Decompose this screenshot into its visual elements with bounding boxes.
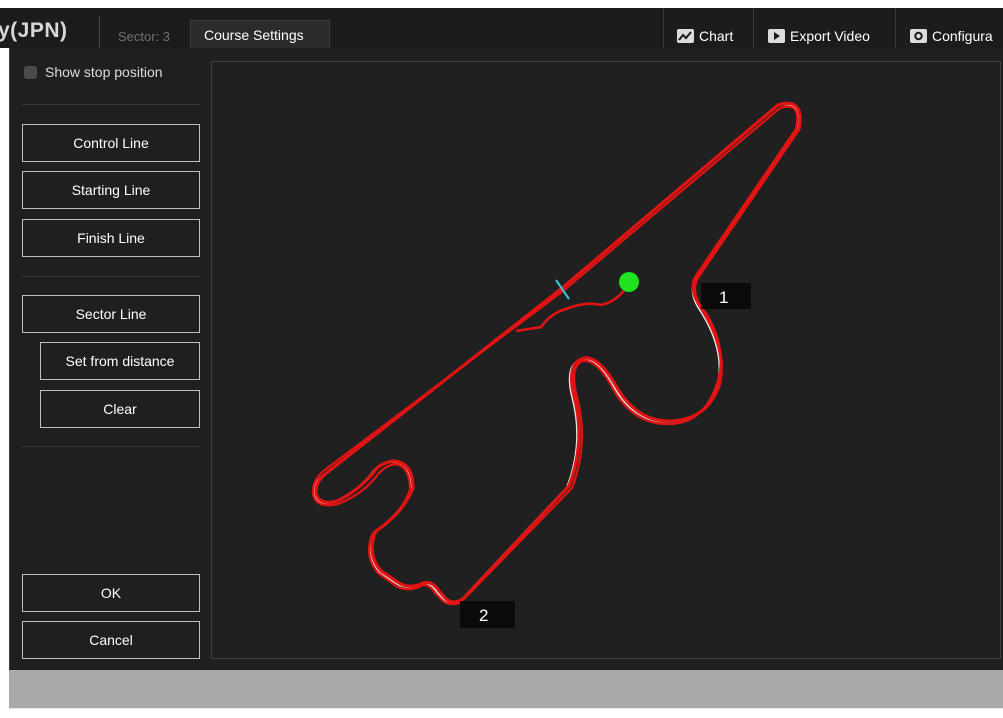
racing-line [314, 101, 802, 604]
status-strip [9, 670, 1003, 708]
cancel-button[interactable]: Cancel [22, 621, 200, 659]
chart-button[interactable]: Chart [677, 28, 733, 44]
chart-label: Chart [699, 28, 734, 44]
sector-line-button[interactable]: Sector Line [22, 295, 200, 333]
play-icon [768, 29, 785, 43]
status-strip-edge [9, 708, 1003, 709]
toolbar-divider [663, 8, 664, 48]
track-map-canvas[interactable]: 1 2 [212, 62, 1002, 660]
reference-line [313, 103, 799, 604]
toolbar-divider [753, 8, 754, 48]
sector-marker-2-label: 2 [479, 606, 488, 625]
configuration-button[interactable]: Configura [910, 28, 993, 44]
toolbar-divider [895, 8, 896, 48]
show-stop-position-label: Show stop position [45, 64, 163, 80]
ok-button[interactable]: OK [22, 574, 200, 612]
divider [22, 104, 200, 105]
gear-icon [910, 29, 927, 43]
finish-line-button[interactable]: Finish Line [22, 219, 200, 257]
control-line-button[interactable]: Control Line [22, 124, 200, 162]
show-stop-position-checkbox[interactable] [24, 65, 37, 79]
divider [22, 276, 200, 277]
export-video-button[interactable]: Export Video [768, 28, 870, 44]
clear-button[interactable]: Clear [40, 390, 200, 428]
export-video-label: Export Video [790, 28, 870, 44]
starting-line-button[interactable]: Starting Line [22, 171, 200, 209]
tab-course-settings[interactable]: Course Settings [190, 20, 330, 48]
title-divider [99, 16, 100, 48]
configuration-label: Configura [932, 28, 993, 44]
show-stop-position-option[interactable]: Show stop position [24, 64, 163, 80]
track-map[interactable]: 1 2 [211, 61, 1001, 659]
divider [22, 446, 200, 447]
sector-label: Sector: 3 [118, 29, 171, 44]
app-title: y(JPN) [0, 19, 68, 42]
set-from-distance-button[interactable]: Set from distance [40, 342, 200, 380]
chart-icon [677, 29, 694, 43]
racing-line-lap-2 [311, 105, 799, 606]
pit-lane-line [515, 282, 631, 333]
position-dot [619, 272, 639, 292]
sector-marker-1-label: 1 [719, 288, 728, 307]
